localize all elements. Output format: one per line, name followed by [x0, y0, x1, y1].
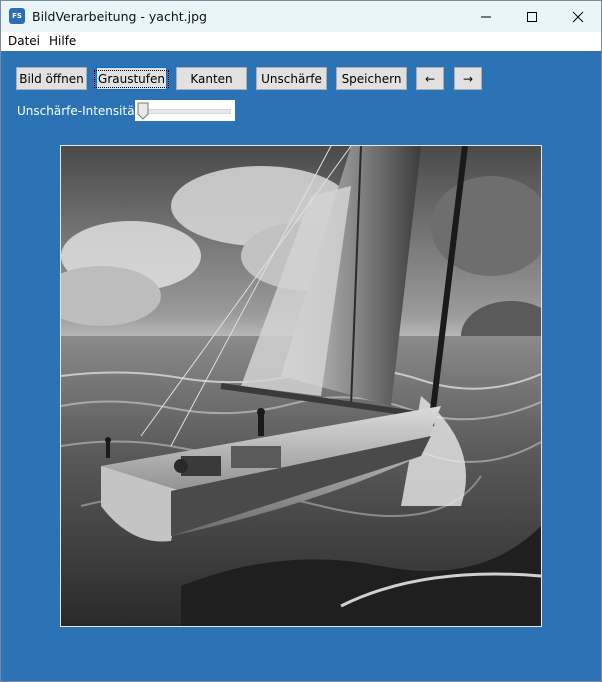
yacht-photo	[61, 146, 541, 626]
maximize-button[interactable]	[509, 1, 555, 32]
image-display	[60, 145, 542, 627]
minimize-icon	[481, 16, 491, 17]
window-title: BildVerarbeitung - yacht.jpg	[32, 9, 207, 24]
menu-hilfe[interactable]: Hilfe	[49, 34, 76, 48]
edges-button[interactable]: Kanten	[176, 67, 247, 90]
slider-track	[141, 109, 231, 114]
app-icon: FS	[9, 8, 25, 24]
close-button[interactable]	[555, 1, 601, 32]
blur-button[interactable]: Unschärfe	[256, 67, 327, 90]
title-bar[interactable]: FS BildVerarbeitung - yacht.jpg	[1, 1, 601, 32]
app-window: FS BildVerarbeitung - yacht.jpg Datei Hi…	[0, 0, 602, 682]
next-image-button[interactable]: →	[454, 67, 482, 90]
menu-bar: Datei Hilfe	[1, 32, 601, 51]
arrow-left-icon: ←	[424, 71, 436, 86]
previous-image-button[interactable]: ←	[416, 67, 444, 90]
open-image-button[interactable]: Bild öffnen	[16, 67, 87, 90]
blur-intensity-slider[interactable]	[135, 100, 235, 121]
menu-datei[interactable]: Datei	[8, 34, 40, 48]
close-icon	[572, 11, 584, 22]
save-button[interactable]: Speichern	[336, 67, 407, 90]
blur-intensity-label: Unschärfe-Intensität	[17, 104, 140, 118]
minimize-button[interactable]	[463, 1, 509, 32]
main-panel: Bild öffnen Graustufen Kanten Unschärfe …	[1, 51, 601, 681]
slider-thumb[interactable]	[137, 102, 149, 120]
arrow-right-icon: →	[462, 71, 474, 86]
grayscale-button[interactable]: Graustufen	[94, 67, 169, 90]
maximize-icon	[527, 11, 537, 22]
